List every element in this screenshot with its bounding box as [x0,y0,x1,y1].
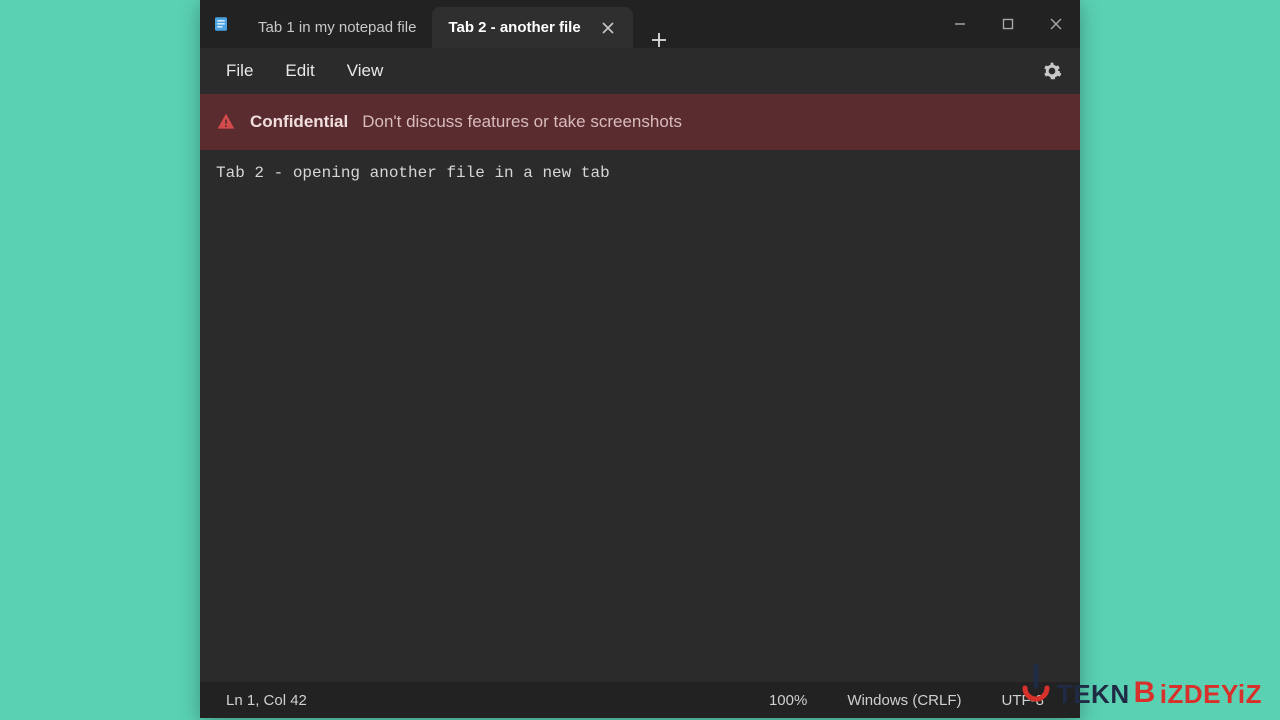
text-editor[interactable]: Tab 2 - opening another file in a new ta… [200,150,1080,682]
menu-bar: File Edit View [200,48,1080,94]
notepad-icon [212,15,230,33]
tab-1[interactable]: Tab 1 in my notepad file [242,7,432,48]
tab-strip: Tab 1 in my notepad file Tab 2 - another… [242,0,936,48]
menu-view[interactable]: View [331,55,400,87]
editor-content: Tab 2 - opening another file in a new ta… [216,164,610,182]
confidential-banner: Confidential Don't discuss features or t… [200,94,1080,150]
app-icon [200,0,242,48]
tab-label: Tab 1 in my notepad file [258,19,416,36]
status-line-ending[interactable]: Windows (CRLF) [827,692,981,709]
title-bar: Tab 1 in my notepad file Tab 2 - another… [200,0,1080,48]
status-zoom[interactable]: 100% [749,692,827,709]
minimize-button[interactable] [936,0,984,48]
menu-edit[interactable]: Edit [269,55,330,87]
tab-2[interactable]: Tab 2 - another file [432,7,632,48]
status-bar: Ln 1, Col 42 100% Windows (CRLF) UTF-8 [200,682,1080,718]
close-tab-icon[interactable] [599,19,617,37]
new-tab-button[interactable] [639,32,679,48]
maximize-button[interactable] [984,0,1032,48]
window-controls [936,0,1080,48]
banner-title: Confidential [250,112,348,132]
watermark-text-3: iZDEYiZ [1160,679,1262,710]
warning-icon [216,112,236,132]
close-window-button[interactable] [1032,0,1080,48]
menu-file[interactable]: File [210,55,269,87]
tab-label: Tab 2 - another file [448,19,580,36]
banner-message: Don't discuss features or take screensho… [362,112,682,132]
watermark-text-2: B [1134,676,1156,710]
settings-button[interactable] [1034,53,1070,89]
status-encoding[interactable]: UTF-8 [982,692,1065,709]
status-cursor-position: Ln 1, Col 42 [216,692,749,709]
notepad-window: Tab 1 in my notepad file Tab 2 - another… [200,0,1080,718]
gear-icon [1042,61,1062,81]
